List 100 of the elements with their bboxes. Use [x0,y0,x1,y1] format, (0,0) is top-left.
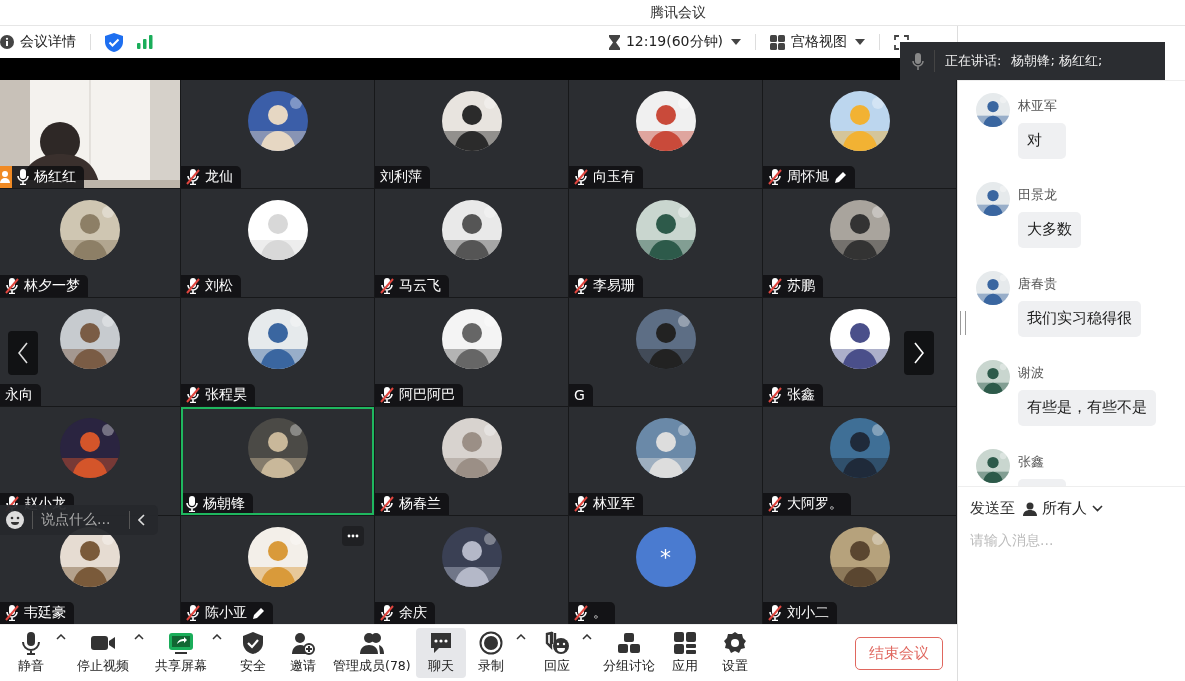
participant-name: 林夕一梦 [24,277,80,295]
message-bubble: 有些是，有些不是 [1018,390,1156,426]
toolbar-button[interactable]: 管理成员(78) [328,628,416,678]
participant-name: 刘利萍 [380,168,422,186]
microphone-icon [17,169,29,185]
avatar-initial: * [635,527,696,587]
send-to-label: 发送至 [970,499,1015,518]
meeting-details-button[interactable]: 会议详情 [0,33,76,51]
blocks-icon [616,631,641,655]
participant-name: 苏鹏 [787,277,815,295]
toolbar-button[interactable]: 应用 [659,628,710,678]
participant-name: 杨红红 [34,168,76,186]
sender-name: 张鑫 [1018,453,1045,471]
collapse-icon[interactable] [138,514,146,526]
microphone-icon [186,496,198,512]
muted-microphone-icon [768,169,782,185]
muted-microphone-icon [768,278,782,294]
muted-microphone-icon [574,169,588,185]
pencil-icon [252,606,265,620]
participant-name: 李易珊 [593,277,635,295]
muted-microphone-icon [186,605,200,621]
participant-name: 陈小亚 [205,604,247,622]
more-icon [347,534,359,538]
apps-icon [672,631,697,655]
participant-name: 杨春兰 [399,495,441,513]
view-mode-button[interactable]: 宫格视图 [770,33,847,51]
microphone-icon [912,52,924,70]
resize-handle[interactable] [960,311,966,335]
smiley-icon[interactable] [6,511,24,529]
caret-icon[interactable] [731,39,741,45]
settings-icon [722,631,747,655]
chat-icon [428,631,453,655]
toolbar-button[interactable]: 共享屏幕 [150,628,212,678]
muted-microphone-icon [574,496,588,512]
caret-up-icon[interactable] [581,634,592,640]
grid-icon [770,34,785,50]
participant-name: 。 [593,604,607,622]
participant-name: 永向 [5,386,33,404]
muted-microphone-icon [574,278,588,294]
participant-name: 大阿罗。 [787,495,843,513]
participant-name: 周怀旭 [787,168,829,186]
hand-smile-icon [543,631,570,655]
toolbar-button[interactable]: 分组讨论 [597,628,660,678]
muted-microphone-icon [186,387,200,403]
speaking-label: 正在讲话: [945,52,1002,70]
chevron-right-icon [914,342,924,364]
record-icon [478,631,503,655]
people-icon [358,631,385,655]
participant-name: 阿巴阿巴 [399,386,455,404]
participant-name: 赵小龙 [24,495,66,512]
participant-name: G [574,387,585,403]
window-title: 腾讯会议 [649,3,706,22]
quick-chat-field[interactable]: 说点什么... [41,511,121,529]
muted-microphone-icon [380,496,394,512]
pencil-icon [834,170,847,184]
participant-name: 韦廷豪 [24,604,66,622]
toolbar-button[interactable]: 录制 [465,628,516,678]
caret-up-icon[interactable] [56,634,66,640]
host-badge-icon [0,166,12,188]
muted-microphone-icon [380,605,394,621]
sender-name: 谢波 [1018,364,1045,382]
shield-icon [241,631,265,655]
person-icon [1023,501,1037,516]
participant-name: 龙仙 [205,168,233,186]
participant-name: 刘松 [205,277,233,295]
toolbar-button[interactable]: 聊天 [415,628,466,678]
recipient-dropdown[interactable]: 所有人 [1023,499,1103,518]
participant-name: 林亚军 [593,495,635,513]
participant-name: 张程昊 [205,386,247,404]
caret-up-icon[interactable] [134,634,144,640]
next-page-button[interactable] [904,331,934,375]
more-button[interactable] [342,526,364,546]
hourglass-icon [608,34,620,50]
participant-name: 刘小二 [787,604,829,622]
muted-microphone-icon [380,387,394,403]
muted-microphone-icon [380,278,394,294]
meeting-timer-button[interactable]: 12:19(60分钟) [608,33,723,51]
previous-page-button[interactable] [8,331,38,375]
muted-microphone-icon [5,605,19,621]
toolbar-button[interactable]: 停止视频 [72,628,134,678]
muted-microphone-icon [768,605,782,621]
muted-microphone-icon [768,496,782,512]
caret-icon[interactable] [855,39,865,45]
shield-check-icon[interactable] [105,32,123,52]
toolbar-button[interactable]: 安全 [228,628,278,678]
caret-up-icon[interactable] [515,634,526,640]
caret-up-icon[interactable] [212,634,222,640]
toolbar-button[interactable]: 设置 [709,628,760,678]
message-bubble: 对 [1018,123,1066,159]
muted-microphone-icon [186,278,200,294]
signal-icon [137,35,153,49]
participant-name: 余庆 [399,604,427,622]
sender-name: 林亚军 [1018,97,1058,115]
sender-name: 田景龙 [1018,186,1058,204]
toolbar-button[interactable]: 静音 [6,628,56,678]
message-bubble: 大多数 [1018,212,1081,248]
chevron-down-icon [1092,505,1103,512]
toolbar-button[interactable]: 邀请 [278,628,328,678]
chevron-left-icon [18,342,28,364]
toolbar-button[interactable]: 回应 [531,628,582,678]
